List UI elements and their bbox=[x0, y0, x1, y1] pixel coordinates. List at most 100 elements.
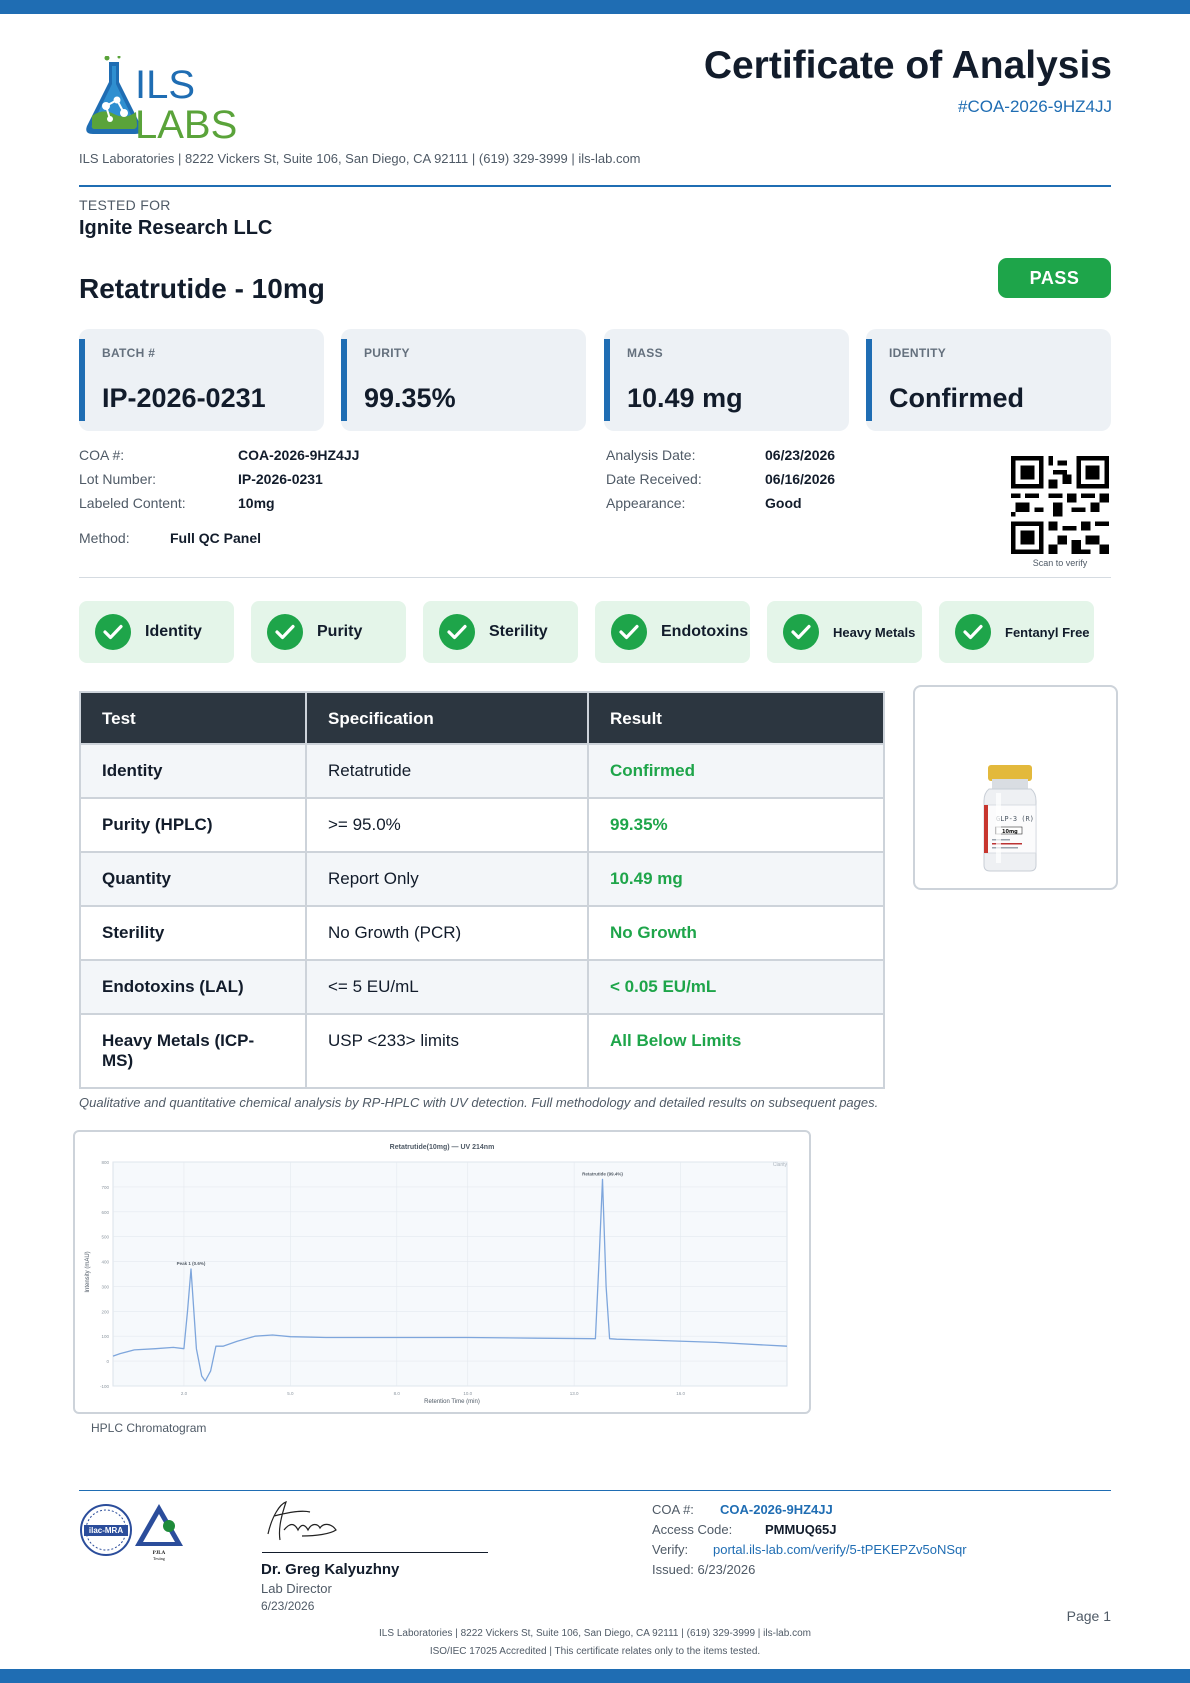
results-table: Test Specification Result Identity Retat… bbox=[79, 691, 885, 1089]
lot-label: Lot Number: bbox=[79, 471, 157, 487]
stat-value: 10.49 mg bbox=[627, 383, 743, 413]
check-pill-heavy-metals: Heavy Metals bbox=[767, 601, 922, 663]
table-row: Endotoxins (LAL) <= 5 EU/mL < 0.05 EU/mL bbox=[79, 959, 885, 1015]
client-name: Ignite Research LLC bbox=[79, 217, 273, 239]
signer-role: Lab Director bbox=[261, 1581, 332, 1596]
stat-card-mass: MASS 10.49 mg bbox=[604, 329, 849, 431]
product-name: Retatrutide - 10mg bbox=[79, 273, 325, 304]
peak-label: Peak 1 (0.6%) bbox=[177, 1261, 206, 1266]
footer-coa-label: COA #: bbox=[652, 1502, 694, 1517]
check-pill-endotoxins: Endotoxins bbox=[595, 601, 750, 663]
appearance-label: Appearance: bbox=[606, 495, 686, 511]
check-label: Endotoxins bbox=[661, 623, 749, 640]
product-image-frame: GLP-3 (R) 10mg bbox=[913, 685, 1118, 890]
stat-card-batch: BATCH # IP-2026-0231 bbox=[79, 329, 324, 431]
column-header-test: Test bbox=[79, 691, 307, 745]
signature-line bbox=[262, 1552, 488, 1553]
ils-labs-logo: ILS LABS bbox=[79, 55, 254, 147]
y-tick-label: 800 bbox=[101, 1160, 109, 1165]
test-name: Heavy Metals (ICP-MS) bbox=[79, 1013, 307, 1089]
card-accent bbox=[341, 339, 347, 421]
test-result: 10.49 mg bbox=[587, 851, 885, 907]
coa-label: COA #: bbox=[79, 447, 125, 463]
check-pill-fentanyl-free: Fentanyl Free bbox=[939, 601, 1094, 663]
x-tick-label: 16.0 bbox=[676, 1391, 685, 1396]
test-spec: No Growth (PCR) bbox=[305, 905, 589, 961]
table-row: Identity Retatrutide Confirmed bbox=[79, 743, 885, 799]
check-label: Identity bbox=[145, 623, 202, 640]
peak-label: Retatrutide (99.4%) bbox=[582, 1171, 623, 1176]
table-row: Purity (HPLC) >= 95.0% 99.35% bbox=[79, 797, 885, 853]
test-result: No Growth bbox=[587, 905, 885, 961]
table-row: Quantity Report Only 10.49 mg bbox=[79, 851, 885, 907]
signature-date: 6/23/2026 bbox=[261, 1599, 315, 1613]
date-received-value: 06/16/2026 bbox=[765, 471, 836, 487]
checkmark-icon bbox=[955, 614, 991, 650]
test-name: Purity (HPLC) bbox=[79, 797, 307, 853]
table-header-row: Test Specification Result bbox=[79, 691, 885, 745]
vial-image: GLP-3 (R) 10mg bbox=[983, 765, 1037, 872]
card-accent bbox=[604, 339, 610, 421]
test-spec: USP <233> limits bbox=[305, 1013, 589, 1089]
coa-number: #COA-2026-9HZ4JJ bbox=[957, 97, 1112, 116]
chart-title: Retatrutide(10mg) — UV 214nm bbox=[390, 1144, 495, 1151]
page-number: Page 1 bbox=[1066, 1608, 1111, 1624]
issued-date: Issued: 6/23/2026 bbox=[652, 1562, 756, 1577]
stat-value: 99.35% bbox=[364, 383, 456, 413]
x-tick-label: 8.0 bbox=[394, 1391, 401, 1396]
date-received-label: Date Received: bbox=[606, 471, 702, 487]
y-tick-label: 400 bbox=[101, 1260, 109, 1265]
check-label: Heavy Metals bbox=[833, 624, 916, 640]
test-result: All Below Limits bbox=[587, 1013, 885, 1089]
x-tick-label: 10.0 bbox=[463, 1391, 472, 1396]
column-header-specification: Specification bbox=[305, 691, 589, 745]
checkmark-icon bbox=[611, 614, 647, 650]
verify-label: Verify: bbox=[652, 1542, 689, 1557]
test-name: Identity bbox=[79, 743, 307, 799]
test-result: 99.35% bbox=[587, 797, 885, 853]
y-tick-label: 200 bbox=[101, 1309, 109, 1314]
signer-name: Dr. Greg Kalyuzhny bbox=[261, 1561, 400, 1578]
table-row: Heavy Metals (ICP-MS) USP <233> limits A… bbox=[79, 1013, 885, 1089]
stat-label: BATCH # bbox=[102, 346, 156, 360]
y-tick-label: 300 bbox=[101, 1284, 109, 1289]
qr-code-icon[interactable] bbox=[1011, 456, 1109, 554]
svg-text:ILS: ILS bbox=[135, 63, 195, 107]
check-label: Sterility bbox=[489, 623, 548, 640]
stat-card-identity: IDENTITY Confirmed bbox=[866, 329, 1111, 431]
verify-link[interactable]: portal.ils-lab.com/verify/5-tPEKEPZv5oNS… bbox=[713, 1542, 967, 1557]
footer-divider bbox=[79, 1490, 1111, 1491]
checkmark-icon bbox=[267, 614, 303, 650]
test-spec: Report Only bbox=[305, 851, 589, 907]
chart-legend: Clarity bbox=[773, 1162, 788, 1168]
x-tick-label: 13.0 bbox=[570, 1391, 579, 1396]
chromatogram-caption: HPLC Chromatogram bbox=[91, 1421, 207, 1435]
stat-label: IDENTITY bbox=[889, 346, 947, 360]
checkmark-icon bbox=[439, 614, 475, 650]
bottom-accent-bar bbox=[0, 1669, 1190, 1683]
ilac-mra-seal-icon: ilac-MRA bbox=[80, 1504, 132, 1556]
method-value: Full QC Panel bbox=[170, 530, 262, 546]
test-name: Sterility bbox=[79, 905, 307, 961]
y-tick-label: 100 bbox=[101, 1334, 109, 1339]
test-result: Confirmed bbox=[587, 743, 885, 799]
qr-caption: Scan to verify bbox=[1032, 558, 1088, 568]
pass-badge: PASS bbox=[998, 258, 1111, 298]
test-name: Endotoxins (LAL) bbox=[79, 959, 307, 1015]
details-divider bbox=[79, 577, 1111, 578]
hplc-chromatogram: Retatrutide(10mg) — UV 214nm Clarity Ret… bbox=[73, 1130, 811, 1414]
x-tick-label: 5.0 bbox=[287, 1391, 294, 1396]
card-accent bbox=[866, 339, 872, 421]
stat-value: IP-2026-0231 bbox=[102, 383, 266, 413]
svg-text:10mg: 10mg bbox=[1002, 829, 1018, 835]
stat-label: MASS bbox=[627, 346, 663, 360]
check-label: Purity bbox=[317, 623, 363, 640]
svg-text:GLP-3 (R): GLP-3 (R) bbox=[996, 815, 1034, 823]
test-result: < 0.05 EU/mL bbox=[587, 959, 885, 1015]
stat-card-purity: PURITY 99.35% bbox=[341, 329, 586, 431]
y-tick-label: 0 bbox=[106, 1359, 109, 1364]
test-spec: <= 5 EU/mL bbox=[305, 959, 589, 1015]
lab-contact-line: ILS Laboratories | 8222 Vickers St, Suit… bbox=[79, 151, 641, 166]
checkmark-icon bbox=[95, 614, 131, 650]
method-label: Method: bbox=[79, 530, 130, 546]
